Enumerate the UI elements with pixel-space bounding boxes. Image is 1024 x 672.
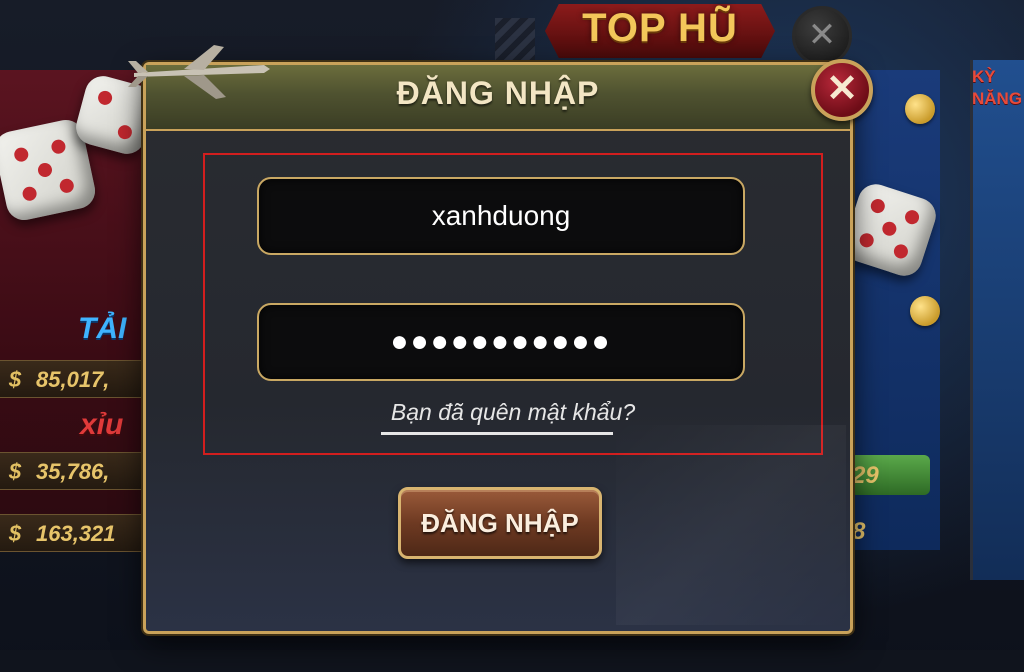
dollar-icon: $: [8, 367, 22, 392]
bottom-bar: [0, 650, 1024, 672]
jackpot-stat-row: $ 85,017,: [0, 360, 150, 398]
jackpot-value: 163,321: [36, 521, 116, 546]
badge-line: NĂNG: [972, 89, 1023, 108]
jackpot-stat-row: $ 163,321: [0, 514, 150, 552]
tile-number: 8: [852, 518, 866, 545]
credentials-form: xanhduong ●●●●●●●●●●● Bạn đã quên mật kh…: [203, 153, 823, 455]
forgot-password-link[interactable]: Bạn đã quên mật khẩu?: [205, 399, 821, 426]
coin-icon: [910, 296, 940, 326]
top-hu-label: TOP HŨ: [582, 6, 738, 50]
tai-label: TẢI: [78, 312, 127, 345]
password-input[interactable]: ●●●●●●●●●●●: [257, 303, 745, 381]
tile-number: 29: [852, 462, 879, 489]
login-button[interactable]: ĐĂNG NHẬP: [398, 487, 602, 559]
dollar-icon: $: [8, 459, 22, 484]
jackpot-value: 35,786,: [36, 459, 110, 484]
ky-nang-badge: KỲ NĂNG: [972, 66, 1024, 110]
xiu-label: xỉu: [80, 408, 124, 441]
jackpot-stat-row: $ 35,786,: [0, 452, 150, 490]
username-input[interactable]: xanhduong: [257, 177, 745, 255]
forgot-password-underline: [381, 432, 613, 435]
close-button[interactable]: ✕: [811, 59, 873, 121]
dollar-icon: $: [8, 521, 22, 546]
coin-icon: [905, 94, 935, 124]
decorative-stripe: [495, 18, 535, 62]
badge-line: KỲ: [972, 67, 996, 86]
login-dialog: ĐĂNG NHẬP ✕ xanhduong ●●●●●●●●●●● Bạn đã…: [128, 45, 873, 634]
jackpot-value: 85,017,: [36, 367, 110, 392]
airplane-icon: [128, 45, 270, 99]
dialog-decoration: [616, 425, 846, 625]
background-close-icon[interactable]: ✕: [792, 6, 852, 66]
ky-nang-game-tile[interactable]: [970, 60, 1024, 580]
close-icon: ✕: [826, 68, 858, 110]
